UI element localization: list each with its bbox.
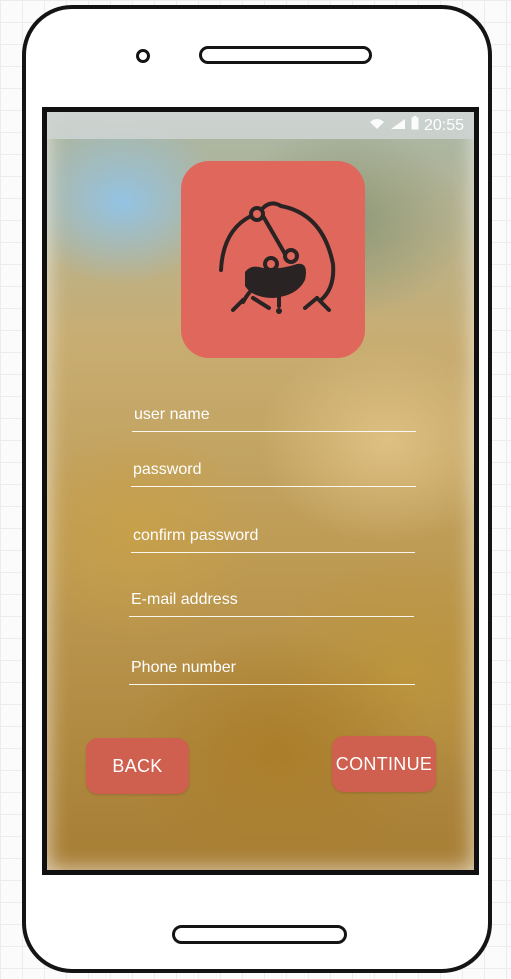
status-time: 20:55 [423, 116, 464, 134]
app-logo [181, 161, 365, 358]
password-field-wrap [131, 456, 420, 487]
front-camera [136, 49, 150, 63]
email-field-wrap [129, 586, 418, 617]
continue-button[interactable]: CONTINUE [332, 736, 436, 792]
confirm-password-input[interactable] [131, 522, 419, 550]
phone-number-input[interactable] [129, 654, 419, 682]
battery-icon [411, 116, 419, 135]
earpiece-speaker [199, 46, 372, 64]
back-button-label: BACK [112, 756, 163, 776]
username-input[interactable] [132, 401, 420, 429]
wifi-icon [369, 117, 385, 135]
status-bar: 20:55 [47, 112, 474, 139]
phone-frame: 20:55 user name E-mail address Phone num… [22, 5, 492, 973]
app-screen: 20:55 user name E-mail address Phone num… [42, 107, 479, 875]
confirm-password-field-wrap [131, 522, 419, 553]
back-button[interactable]: BACK [86, 738, 189, 794]
chef-mascot-logo-icon [219, 200, 336, 314]
home-button[interactable] [172, 925, 347, 944]
phone-field-wrap [129, 654, 419, 685]
signal-icon [390, 117, 406, 135]
email-input[interactable] [129, 586, 418, 614]
username-field-wrap [132, 401, 420, 432]
password-input[interactable] [131, 456, 420, 484]
continue-button-label: CONTINUE [335, 754, 433, 774]
